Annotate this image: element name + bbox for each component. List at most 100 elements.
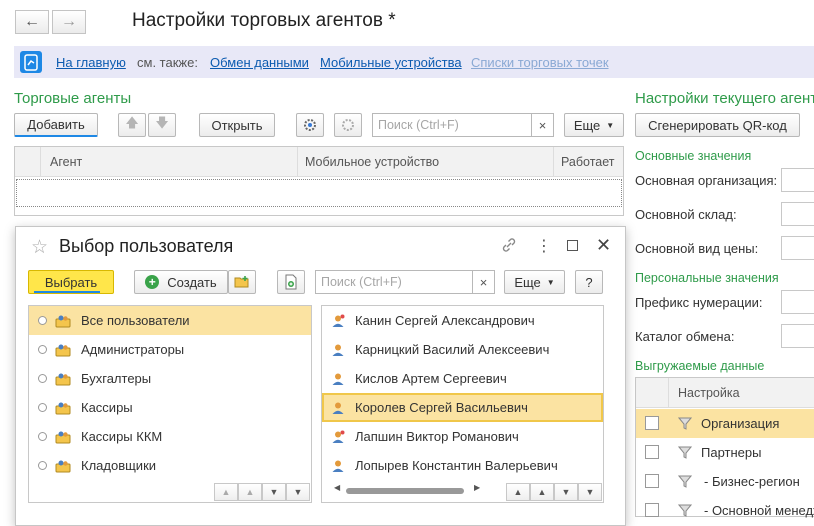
see-also-label: см. также: bbox=[137, 55, 198, 70]
user-list-item[interactable]: Кислов Артем Сергеевич bbox=[331, 364, 599, 393]
export-row-label[interactable]: Партнеры bbox=[701, 445, 761, 460]
gear-icon bbox=[342, 119, 354, 131]
col-agent[interactable]: Агент bbox=[50, 155, 82, 169]
radio-icon bbox=[38, 432, 47, 441]
window-title: Настройки торговых агентов * bbox=[132, 10, 396, 31]
scroll-top-icon: ▲ bbox=[513, 487, 523, 497]
exchange-catalog-field[interactable] bbox=[781, 324, 814, 348]
export-row-label[interactable]: - Основной менеджер bbox=[704, 503, 814, 518]
agents-group-title: Торговые агенты bbox=[14, 90, 132, 107]
export-checkbox[interactable] bbox=[645, 474, 659, 488]
add-button[interactable]: Добавить bbox=[14, 113, 98, 137]
user-icon bbox=[332, 314, 345, 327]
scroll-last-button[interactable]: ▼ bbox=[286, 483, 310, 501]
col-mobile-device[interactable]: Мобильное устройство bbox=[305, 155, 439, 169]
chevron-down-icon: ▼ bbox=[546, 277, 555, 287]
col-setting[interactable]: Настройка bbox=[678, 386, 740, 400]
maximize-icon[interactable] bbox=[567, 240, 578, 251]
group-list-item[interactable]: Кассиры bbox=[38, 393, 308, 422]
favorite-star-icon[interactable]: ☆ bbox=[31, 236, 48, 259]
dialog-search-clear-button[interactable]: × bbox=[473, 270, 495, 294]
main-warehouse-field[interactable] bbox=[781, 202, 814, 226]
outlet-lists-link[interactable]: Списки торговых точек bbox=[471, 55, 609, 70]
personal-values-title: Персональные значения bbox=[635, 271, 779, 285]
create-group-button[interactable] bbox=[228, 270, 256, 294]
filter-icon bbox=[677, 503, 693, 517]
users-scroll-up-button[interactable]: ▲ bbox=[530, 483, 554, 501]
user-list-item[interactable]: Королев Сергей Васильевич bbox=[331, 393, 599, 422]
create-button[interactable]: + Создать bbox=[134, 270, 228, 294]
users-scroll-first-button[interactable]: ▲ bbox=[506, 483, 530, 501]
export-row-label[interactable]: - Бизнес-регион bbox=[704, 474, 800, 489]
help-button[interactable]: ? bbox=[575, 270, 603, 294]
move-up-button[interactable]: 🡅 bbox=[118, 113, 146, 137]
export-row-label[interactable]: Организация bbox=[701, 416, 779, 431]
arrow-left-icon: ← bbox=[24, 13, 40, 30]
arrow-right-icon: → bbox=[61, 13, 77, 30]
scroll-left-icon[interactable]: ◀ bbox=[334, 483, 340, 492]
user-list-item[interactable]: Канин Сергей Александрович bbox=[331, 306, 599, 335]
data-exchange-link[interactable]: Обмен данными bbox=[210, 55, 309, 70]
export-checkbox[interactable] bbox=[645, 416, 659, 430]
link-icon[interactable] bbox=[500, 236, 518, 254]
agents-more-button[interactable]: Еще ▼ bbox=[564, 113, 624, 137]
prefix-field[interactable] bbox=[781, 290, 814, 314]
group-list-item[interactable]: Бухгалтеры bbox=[38, 364, 308, 393]
open-button[interactable]: Открыть bbox=[199, 113, 275, 137]
group-list-item[interactable]: Кладовщики bbox=[38, 451, 308, 480]
scroll-first-button[interactable]: ▲ bbox=[214, 483, 238, 501]
home-icon[interactable] bbox=[20, 51, 42, 73]
user-label: Лопырев Константин Валерьевич bbox=[355, 458, 558, 473]
current-agent-title: Настройки текущего агента bbox=[635, 90, 814, 107]
generate-qr-button[interactable]: Сгенерировать QR-код bbox=[635, 113, 800, 137]
user-icon bbox=[332, 344, 344, 356]
radio-icon bbox=[38, 461, 47, 470]
agents-empty-row[interactable] bbox=[16, 179, 622, 207]
group-list-item[interactable]: Кассиры ККМ bbox=[38, 422, 308, 451]
user-icon bbox=[332, 460, 344, 472]
close-icon[interactable]: ✕ bbox=[596, 235, 611, 256]
scrollbar-thumb[interactable] bbox=[346, 488, 464, 494]
move-down-button[interactable]: 🡇 bbox=[148, 113, 176, 137]
radio-icon bbox=[38, 403, 47, 412]
main-org-field[interactable] bbox=[781, 168, 814, 192]
group-list-item[interactable]: Все пользователи bbox=[38, 306, 308, 335]
copy-button[interactable] bbox=[277, 270, 305, 294]
users-scroll-last-button[interactable]: ▼ bbox=[578, 483, 602, 501]
dialog-title: Выбор пользователя bbox=[59, 236, 234, 256]
group-label: Бухгалтеры bbox=[81, 371, 152, 386]
filter-icon bbox=[677, 416, 693, 430]
user-group-icon bbox=[55, 344, 71, 356]
scroll-down-button[interactable]: ▼ bbox=[262, 483, 286, 501]
user-list-item[interactable]: Лопырев Константин Валерьевич bbox=[331, 451, 599, 480]
main-price-field[interactable] bbox=[781, 236, 814, 260]
horizontal-scrollbar[interactable]: ◀ ▶ bbox=[334, 483, 490, 495]
home-link[interactable]: На главную bbox=[56, 55, 126, 70]
scroll-up-button[interactable]: ▲ bbox=[238, 483, 262, 501]
mobile-devices-link[interactable]: Мобильные устройства bbox=[320, 55, 462, 70]
users-scroll-down-button[interactable]: ▼ bbox=[554, 483, 578, 501]
filter-icon bbox=[677, 474, 693, 488]
more-vert-icon[interactable]: ⋮ bbox=[536, 236, 552, 256]
export-checkbox[interactable] bbox=[645, 503, 659, 517]
settings2-button[interactable] bbox=[334, 113, 362, 137]
forward-button[interactable]: → bbox=[52, 10, 86, 34]
dialog-search-input[interactable]: Поиск (Ctrl+F) bbox=[315, 270, 473, 294]
user-label: Лапшин Виктор Романович bbox=[355, 429, 519, 444]
settings-button[interactable] bbox=[296, 113, 324, 137]
dialog-more-button[interactable]: Еще ▼ bbox=[504, 270, 565, 294]
agents-search-input[interactable]: Поиск (Ctrl+F) bbox=[372, 113, 532, 137]
group-list-item[interactable]: Администраторы bbox=[38, 335, 308, 364]
user-icon bbox=[332, 402, 344, 414]
user-list-item[interactable]: Лапшин Виктор Романович bbox=[331, 422, 599, 451]
group-label: Администраторы bbox=[81, 342, 185, 357]
user-icon bbox=[332, 373, 344, 385]
export-checkbox[interactable] bbox=[645, 445, 659, 459]
group-label: Кассиры bbox=[81, 400, 133, 415]
user-list-item[interactable]: Карницкий Василий Алексеевич bbox=[331, 335, 599, 364]
agents-search-clear-button[interactable]: × bbox=[532, 113, 554, 137]
scroll-right-icon[interactable]: ▶ bbox=[474, 483, 480, 492]
radio-icon bbox=[38, 374, 47, 383]
back-button[interactable]: ← bbox=[15, 10, 49, 34]
col-working[interactable]: Работает bbox=[561, 155, 615, 169]
